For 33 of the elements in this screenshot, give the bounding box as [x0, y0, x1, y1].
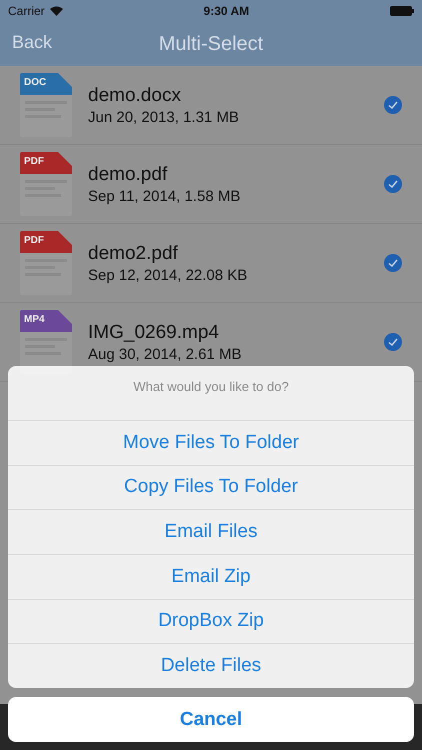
file-name: demo2.pdf [88, 242, 179, 264]
file-details: Sep 12, 2014, 22.08 KB [88, 266, 248, 284]
file-type-label: PDF [24, 156, 44, 167]
nav-title: Multi-Select [158, 32, 264, 56]
battery-icon [390, 6, 414, 16]
sheet-title: What would you like to do? [132, 378, 290, 396]
file-type-label: MP4 [24, 314, 45, 325]
action-button[interactable]: Email Files [8, 509, 414, 554]
checkmark-icon[interactable] [384, 96, 402, 114]
back-button[interactable]: Back [12, 32, 52, 53]
file-icon [20, 231, 72, 295]
file-details: Jun 20, 2013, 1.31 MB [88, 108, 240, 126]
file-icon [20, 73, 72, 137]
file-name: IMG_0269.mp4 [88, 322, 220, 344]
action-button[interactable]: Copy Files To Folder [8, 464, 414, 510]
checkmark-icon[interactable] [384, 254, 402, 272]
file-type-label: DOC [24, 77, 46, 88]
action-button[interactable]: DropBox Zip [8, 598, 414, 644]
file-icon [20, 152, 72, 216]
wifi-icon [50, 6, 63, 16]
file-name: demo.pdf [88, 164, 168, 186]
time-label: 9:30 AM [204, 4, 250, 18]
action-button[interactable]: Email Zip [8, 554, 414, 599]
cancel-button[interactable]: Cancel [8, 697, 414, 742]
file-name: demo.docx [88, 84, 182, 106]
carrier-label: Carrier [8, 4, 45, 18]
checkmark-icon[interactable] [384, 333, 402, 351]
action-button[interactable]: Move Files To Folder [8, 420, 414, 465]
checkmark-icon[interactable] [384, 175, 402, 193]
action-button[interactable]: Delete Files [8, 643, 414, 688]
file-details: Aug 30, 2014, 2.61 MB [88, 346, 242, 362]
file-details: Sep 11, 2014, 1.58 MB [88, 188, 242, 204]
file-type-label: PDF [24, 235, 44, 246]
